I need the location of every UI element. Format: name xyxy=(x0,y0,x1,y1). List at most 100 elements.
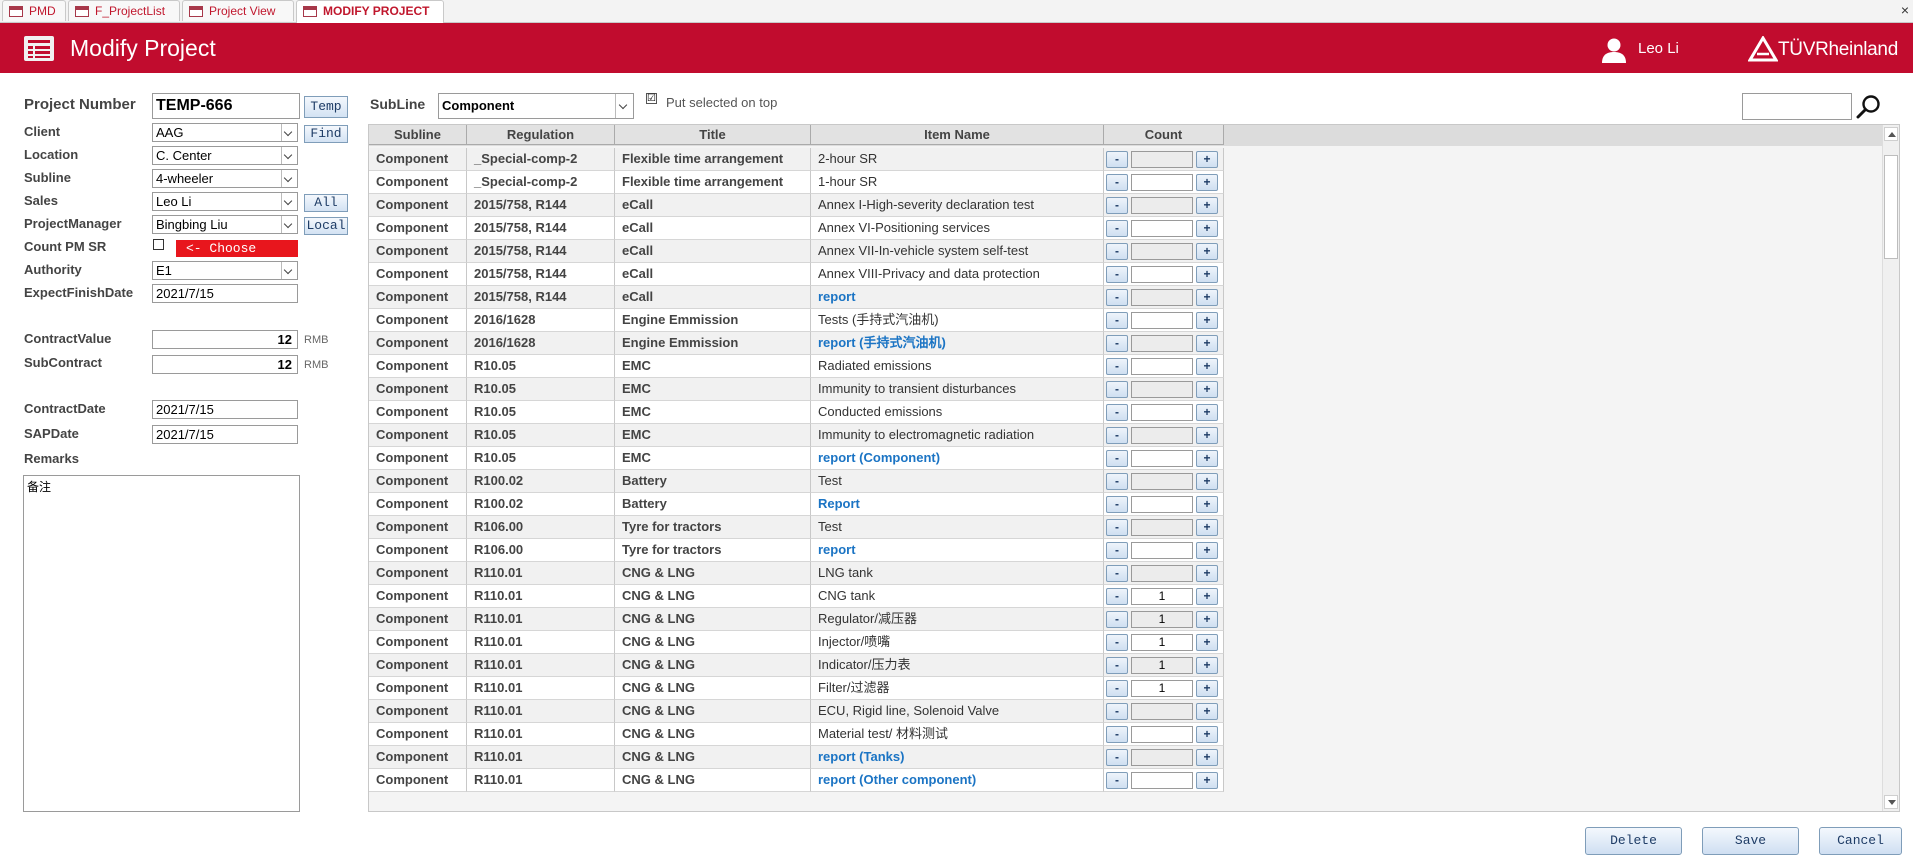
increment-button[interactable]: + xyxy=(1196,450,1218,467)
increment-button[interactable]: + xyxy=(1196,565,1218,582)
chevron-down-icon[interactable] xyxy=(281,216,297,233)
temp-button[interactable]: Temp xyxy=(304,96,348,118)
count-input[interactable] xyxy=(1131,496,1193,513)
count-input[interactable]: 1 xyxy=(1131,634,1193,651)
decrement-button[interactable]: - xyxy=(1106,703,1128,720)
table-row[interactable]: Component R110.01 CNG & LNG Injector/喷嘴 -1 + xyxy=(369,631,1884,654)
decrement-button[interactable]: - xyxy=(1106,266,1128,283)
decrement-button[interactable]: - xyxy=(1106,151,1128,168)
cancel-button[interactable]: Cancel xyxy=(1819,827,1902,855)
table-row[interactable]: Component R10.05 EMC Conducted emissions - + xyxy=(369,401,1884,424)
remarks-textarea[interactable]: 备注 xyxy=(23,475,300,812)
column-header-regulation[interactable]: Regulation xyxy=(467,125,615,145)
count-input[interactable] xyxy=(1131,220,1193,237)
count-input[interactable] xyxy=(1131,358,1193,375)
table-row[interactable]: Component 2015/758, R144 eCall Annex VII-In… xyxy=(369,240,1884,263)
put-selected-on-top-checkbox[interactable]: ☑ xyxy=(646,93,657,104)
table-row[interactable]: Component 2016/1628 Engine Emmission Tests … xyxy=(369,309,1884,332)
table-row[interactable]: Component 2015/758, R144 eCall report - + xyxy=(369,286,1884,309)
sales-select[interactable]: Leo Li xyxy=(152,192,298,211)
decrement-button[interactable]: - xyxy=(1106,542,1128,559)
decrement-button[interactable]: - xyxy=(1106,358,1128,375)
decrement-button[interactable]: - xyxy=(1106,473,1128,490)
chevron-down-icon[interactable] xyxy=(281,124,297,141)
count-input[interactable] xyxy=(1131,772,1193,789)
contract-value-field[interactable]: 12 xyxy=(152,330,298,349)
increment-button[interactable]: + xyxy=(1196,197,1218,214)
decrement-button[interactable]: - xyxy=(1106,312,1128,329)
increment-button[interactable]: + xyxy=(1196,312,1218,329)
count-input[interactable]: 1 xyxy=(1131,657,1193,674)
column-header-count[interactable]: Count xyxy=(1104,125,1224,145)
decrement-button[interactable]: - xyxy=(1106,657,1128,674)
chevron-down-icon[interactable] xyxy=(615,94,633,118)
subline-select[interactable]: 4-wheeler xyxy=(152,169,298,188)
count-input[interactable] xyxy=(1131,703,1193,720)
column-header-title[interactable]: Title xyxy=(615,125,811,145)
table-row[interactable]: Component 2015/758, R144 eCall Annex I-High… xyxy=(369,194,1884,217)
increment-button[interactable]: + xyxy=(1196,519,1218,536)
increment-button[interactable]: + xyxy=(1196,703,1218,720)
increment-button[interactable]: + xyxy=(1196,335,1218,352)
client-select[interactable]: AAG xyxy=(152,123,298,142)
increment-button[interactable]: + xyxy=(1196,634,1218,651)
count-input[interactable] xyxy=(1131,450,1193,467)
table-row[interactable]: Component R110.01 CNG & LNG report (Tanks) -… xyxy=(369,746,1884,769)
tab-pmd[interactable]: PMD xyxy=(2,0,66,21)
chevron-down-icon[interactable] xyxy=(281,170,297,187)
table-row[interactable]: Component R106.00 Tyre for tractors report -… xyxy=(369,539,1884,562)
sub-contract-field[interactable]: 12 xyxy=(152,355,298,374)
tab-project-view[interactable]: Project View xyxy=(182,0,294,21)
decrement-button[interactable]: - xyxy=(1106,749,1128,766)
delete-button[interactable]: Delete xyxy=(1585,827,1682,855)
table-row[interactable]: Component R10.05 EMC Immunity to transient … xyxy=(369,378,1884,401)
decrement-button[interactable]: - xyxy=(1106,381,1128,398)
count-input[interactable]: 1 xyxy=(1131,611,1193,628)
column-header-item-name[interactable]: Item Name xyxy=(811,125,1104,145)
vertical-scrollbar[interactable] xyxy=(1882,125,1899,811)
increment-button[interactable]: + xyxy=(1196,151,1218,168)
increment-button[interactable]: + xyxy=(1196,726,1218,743)
count-input[interactable] xyxy=(1131,427,1193,444)
count-input[interactable] xyxy=(1131,749,1193,766)
increment-button[interactable]: + xyxy=(1196,542,1218,559)
table-row[interactable]: Component R110.01 CNG & LNG Filter/过滤器 -1 + xyxy=(369,677,1884,700)
decrement-button[interactable]: - xyxy=(1106,335,1128,352)
decrement-button[interactable]: - xyxy=(1106,197,1128,214)
table-row[interactable]: Component R110.01 CNG & LNG CNG tank -1 + xyxy=(369,585,1884,608)
table-row[interactable]: Component R110.01 CNG & LNG Regulator/减压器 -1… xyxy=(369,608,1884,631)
search-input[interactable] xyxy=(1742,93,1852,120)
decrement-button[interactable]: - xyxy=(1106,634,1128,651)
decrement-button[interactable]: - xyxy=(1106,404,1128,421)
count-input[interactable] xyxy=(1131,312,1193,329)
decrement-button[interactable]: - xyxy=(1106,565,1128,582)
table-row[interactable]: Component R110.01 CNG & LNG Material test/ … xyxy=(369,723,1884,746)
scroll-up-icon[interactable] xyxy=(1884,127,1898,141)
project-manager-select[interactable]: Bingbing Liu xyxy=(152,215,298,234)
choose-button[interactable]: <- Choose xyxy=(176,240,298,257)
count-input[interactable] xyxy=(1131,151,1193,168)
table-row[interactable]: Component R10.05 EMC Radiated emissions - + xyxy=(369,355,1884,378)
count-input[interactable] xyxy=(1131,197,1193,214)
decrement-button[interactable]: - xyxy=(1106,427,1128,444)
count-input[interactable] xyxy=(1131,473,1193,490)
table-row[interactable]: Component R110.01 CNG & LNG Indicator/压力表 -1… xyxy=(369,654,1884,677)
increment-button[interactable]: + xyxy=(1196,289,1218,306)
table-row[interactable]: Component 2015/758, R144 eCall Annex VIII-P… xyxy=(369,263,1884,286)
count-input[interactable] xyxy=(1131,243,1193,260)
expect-finish-date-field[interactable]: 2021/7/15 xyxy=(152,284,298,303)
chevron-down-icon[interactable] xyxy=(281,262,297,279)
table-row[interactable]: Component R110.01 CNG & LNG report (Other c… xyxy=(369,769,1884,792)
increment-button[interactable]: + xyxy=(1196,174,1218,191)
increment-button[interactable]: + xyxy=(1196,404,1218,421)
search-icon[interactable] xyxy=(1856,94,1882,120)
count-input[interactable] xyxy=(1131,266,1193,283)
increment-button[interactable]: + xyxy=(1196,680,1218,697)
increment-button[interactable]: + xyxy=(1196,358,1218,375)
decrement-button[interactable]: - xyxy=(1106,772,1128,789)
chevron-down-icon[interactable] xyxy=(281,147,297,164)
decrement-button[interactable]: - xyxy=(1106,220,1128,237)
all-button[interactable]: All xyxy=(304,194,348,212)
tab-modify-project[interactable]: MODIFY PROJECT xyxy=(296,0,444,23)
increment-button[interactable]: + xyxy=(1196,496,1218,513)
